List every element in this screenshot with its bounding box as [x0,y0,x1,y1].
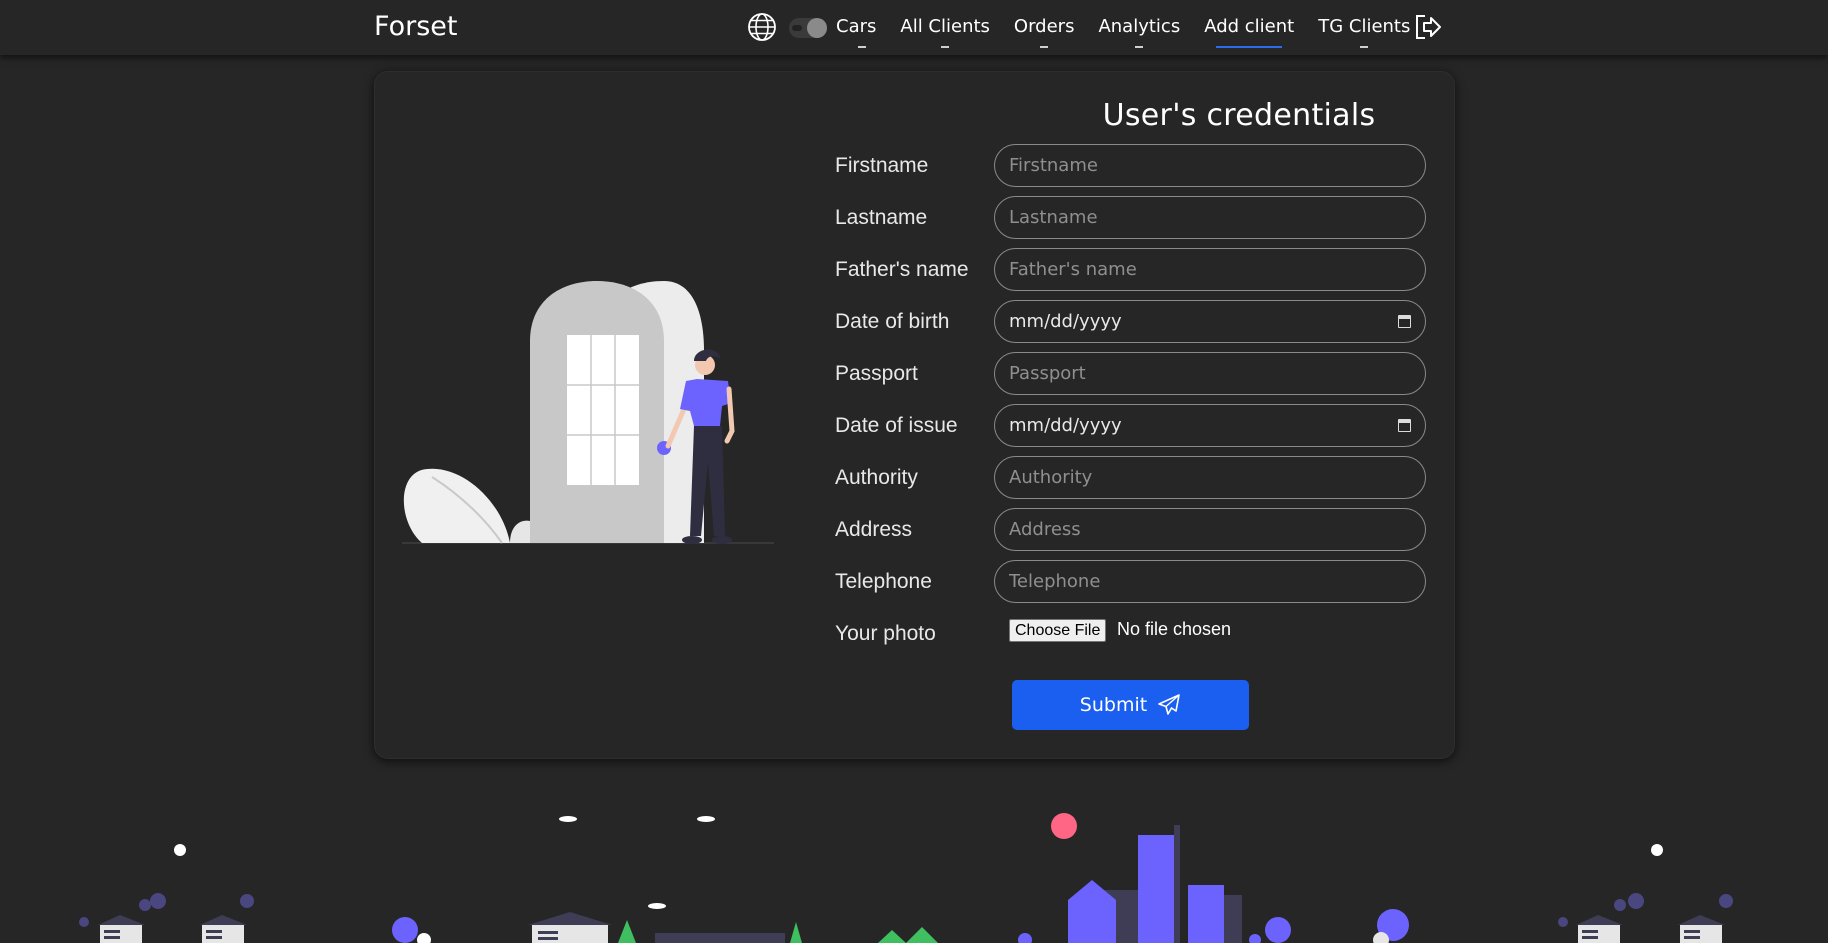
lastname-label: Lastname [835,206,928,229]
door-illustration [402,281,774,544]
date-of-issue-input[interactable] [994,404,1426,447]
date-of-birth-label: Date of birth [835,310,950,333]
nav-underline [1135,46,1144,48]
address-label: Address [835,518,913,541]
top-navbar: Forset Cars All Clients Orders Analytics… [0,0,1828,55]
nav-item-analytics[interactable]: Analytics [1086,16,1192,52]
city-skyline-illustration [79,813,1733,943]
calendar-icon[interactable] [1398,419,1411,432]
nav-item-label: Analytics [1098,16,1181,37]
lastname-input[interactable] [994,196,1426,239]
paper-plane-icon [1158,694,1181,715]
nav-underline [1360,46,1369,48]
nav-underline [941,46,950,48]
nav-item-tg-clients[interactable]: TG Clients [1306,16,1422,52]
authority-input[interactable] [994,456,1426,499]
file-status: No file chosen [1117,619,1232,639]
submit-label: Submit [1079,694,1148,716]
firstname-input[interactable] [994,144,1426,187]
father-name-row: Father's name [835,248,1435,291]
telephone-label: Telephone [835,570,932,593]
nav-item-label: Orders [1013,16,1075,37]
photo-row: Your photo Choose File No file chosen [835,612,1435,655]
date-of-birth-row: Date of birth mm/dd/yyyy [835,300,1435,343]
firstname-label: Firstname [835,154,929,177]
nav-item-add-client[interactable]: Add client [1192,16,1306,52]
nav-item-orders[interactable]: Orders [1002,16,1087,52]
nav-item-label: TG Clients [1318,16,1411,37]
address-row: Address [835,508,1435,551]
choose-file-button[interactable]: Choose File [1009,619,1107,642]
nav-menu: Cars All Clients Orders Analytics Add cl… [836,16,1422,52]
passport-input[interactable] [994,352,1426,395]
globe-icon[interactable] [747,12,777,42]
father-name-input[interactable] [994,248,1426,291]
telephone-input[interactable] [994,560,1426,603]
nav-item-cars[interactable]: Cars [836,16,888,52]
nav-underline [1040,46,1049,48]
authority-row: Authority [835,456,1435,499]
submit-button[interactable]: Submit [1012,680,1249,730]
toggle-track [792,25,802,31]
form-title: User's credentials [1102,98,1376,133]
nav-item-label: Cars [836,16,877,37]
nav-item-all-clients[interactable]: All Clients [888,16,1002,52]
date-of-issue-label: Date of issue [835,414,958,437]
nav-underline [858,46,867,48]
authority-label: Authority [835,466,918,489]
nav-item-label: Add client [1204,16,1295,37]
logout-icon[interactable] [1413,13,1443,41]
add-client-card: User's credentials Firstname Lastname Fa… [374,71,1455,759]
brand-logo[interactable]: Forset [374,11,457,42]
passport-label: Passport [835,362,918,385]
firstname-row: Firstname [835,144,1435,187]
passport-row: Passport [835,352,1435,395]
telephone-row: Telephone [835,560,1435,603]
photo-label: Your photo [835,622,936,645]
lastname-row: Lastname [835,196,1435,239]
father-name-label: Father's name [835,258,969,281]
calendar-icon[interactable] [1398,315,1411,328]
nav-underline-active [1216,46,1283,48]
date-of-birth-input[interactable] [994,300,1426,343]
theme-toggle[interactable] [789,18,827,38]
address-input[interactable] [994,508,1426,551]
toggle-knob [807,18,827,38]
nav-item-label: All Clients [900,16,990,37]
date-of-issue-row: Date of issue mm/dd/yyyy [835,404,1435,447]
